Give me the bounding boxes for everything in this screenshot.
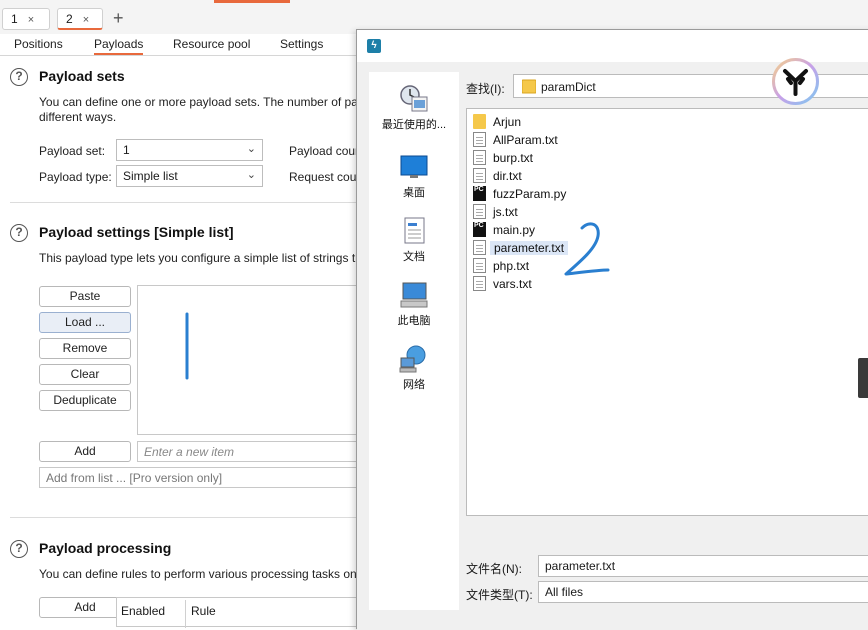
computer-icon	[400, 282, 428, 308]
payload-settings-title: Payload settings [Simple list]	[39, 224, 234, 240]
payload-count-label: Payload cour	[289, 144, 360, 158]
payload-settings-desc: This payload type lets you configure a s…	[39, 251, 362, 265]
place-label: 网络	[403, 379, 425, 391]
payload-processing-desc: You can define rules to perform various …	[39, 567, 367, 581]
places-sidebar: 最近使用的... 桌面 文档 此电脑 网络	[369, 72, 459, 610]
filename-label: 文件名(N):	[466, 562, 522, 576]
pycharm-file-icon: PC	[473, 186, 486, 201]
look-in-value: paramDict	[541, 80, 596, 94]
add-from-list-select: Add from list ... [Pro version only]	[39, 467, 359, 488]
pen-annotation-number	[564, 222, 610, 276]
chevron-down-icon: ⌄	[246, 143, 256, 155]
place-label: 桌面	[403, 187, 425, 199]
paste-button[interactable]: Paste	[39, 286, 131, 307]
text-file-icon	[473, 204, 486, 219]
column-divider	[185, 600, 186, 628]
request-tab-2[interactable]: 2 ×	[57, 8, 103, 30]
file-name: Arjun	[493, 115, 522, 129]
tab-label: 1	[11, 12, 18, 26]
payload-type-label: Payload type:	[39, 170, 112, 184]
text-file-icon	[473, 132, 486, 147]
filetype-select[interactable]: All files	[538, 581, 868, 603]
section-divider	[10, 517, 356, 518]
new-item-input[interactable]: Enter a new item	[137, 441, 359, 462]
place-label: 文档	[403, 251, 425, 263]
chevron-down-icon: ⌄	[246, 169, 256, 181]
file-name: burp.txt	[493, 151, 534, 165]
open-file-dialog: ϟ 最近使用的... 桌面 文档 此电脑 网络 查找(I): paramDict…	[356, 29, 868, 630]
column-header-enabled[interactable]: Enabled	[121, 604, 165, 618]
help-icon[interactable]: ?	[10, 540, 28, 558]
file-name: AllParam.txt	[493, 133, 558, 147]
side-scroll-handle[interactable]	[858, 358, 868, 398]
request-count-label: Request cour	[289, 170, 361, 184]
payload-set-value: 1	[123, 143, 130, 157]
file-list[interactable]: Arjun AllParam.txt burp.txt dir.txt PC fuzzPa…	[466, 108, 868, 516]
clear-button[interactable]: Clear	[39, 364, 131, 385]
file-name: main.py	[493, 223, 536, 237]
text-file-icon	[473, 240, 486, 255]
folder-icon	[522, 79, 536, 94]
payload-sets-title: Payload sets	[39, 68, 125, 84]
tab-label: 2	[66, 12, 73, 26]
dialog-body: 最近使用的... 桌面 文档 此电脑 网络 查找(I): paramDict A…	[357, 62, 868, 630]
file-name: dir.txt	[493, 169, 522, 183]
column-header-rule[interactable]: Rule	[191, 604, 216, 618]
text-file-icon	[473, 150, 486, 165]
load-button[interactable]: Load ...	[39, 312, 131, 333]
file-name: php.txt	[493, 259, 530, 273]
text-file-icon	[473, 168, 486, 183]
filetype-label: 文件类型(T):	[466, 588, 533, 602]
new-tab-plus-icon[interactable]: +	[113, 8, 124, 28]
tab-accent-bar	[214, 0, 290, 3]
tab-settings[interactable]: Settings	[280, 37, 323, 51]
payload-type-value: Simple list	[123, 169, 178, 183]
payload-list[interactable]	[137, 285, 359, 435]
pen-annotation-stroke	[185, 312, 189, 380]
folder-icon	[473, 114, 486, 129]
desktop-icon	[400, 155, 428, 178]
place-label: 最近使用的...	[381, 119, 447, 131]
text-file-icon	[473, 276, 486, 291]
close-icon[interactable]: ×	[28, 14, 34, 26]
place-this-pc[interactable]: 此电脑	[369, 280, 459, 328]
place-desktop[interactable]: 桌面	[369, 152, 459, 200]
tab-payloads[interactable]: Payloads	[94, 37, 144, 55]
documents-icon	[404, 217, 425, 244]
help-icon[interactable]: ?	[10, 224, 28, 242]
look-in-label: 查找(I):	[466, 82, 505, 96]
place-label: 此电脑	[397, 315, 431, 327]
payload-set-select[interactable]: 1 ⌄	[116, 139, 263, 161]
place-network[interactable]: 网络	[369, 344, 459, 392]
help-icon[interactable]: ?	[10, 68, 28, 86]
text-file-icon	[473, 258, 486, 273]
filename-input[interactable]: parameter.txt	[538, 555, 868, 577]
tab-resource-pool[interactable]: Resource pool	[173, 37, 250, 51]
request-tab-1[interactable]: 1 ×	[2, 8, 50, 30]
payload-processing-title: Payload processing	[39, 540, 172, 556]
file-name: fuzzParam.py	[493, 187, 567, 201]
place-documents[interactable]: 文档	[369, 216, 459, 264]
watermark-logo-icon	[772, 58, 819, 105]
section-divider	[10, 202, 356, 203]
payload-type-select[interactable]: Simple list ⌄	[116, 165, 263, 187]
payload-sets-desc-1: You can define one or more payload sets.…	[39, 95, 364, 109]
pycharm-file-icon: PC	[473, 222, 486, 237]
close-icon[interactable]: ×	[83, 14, 89, 26]
recent-icon	[400, 85, 428, 112]
file-name: js.txt	[493, 205, 518, 219]
deduplicate-button[interactable]: Deduplicate	[39, 390, 131, 411]
file-name: vars.txt	[493, 277, 532, 291]
payload-set-label: Payload set:	[39, 144, 106, 158]
tab-positions[interactable]: Positions	[14, 37, 63, 51]
add-button[interactable]: Add	[39, 441, 131, 462]
network-icon	[399, 345, 426, 373]
remove-button[interactable]: Remove	[39, 338, 131, 359]
app-icon: ϟ	[367, 39, 381, 53]
payload-sets-desc-2: different ways.	[39, 110, 117, 124]
place-recent[interactable]: 最近使用的...	[369, 84, 459, 132]
